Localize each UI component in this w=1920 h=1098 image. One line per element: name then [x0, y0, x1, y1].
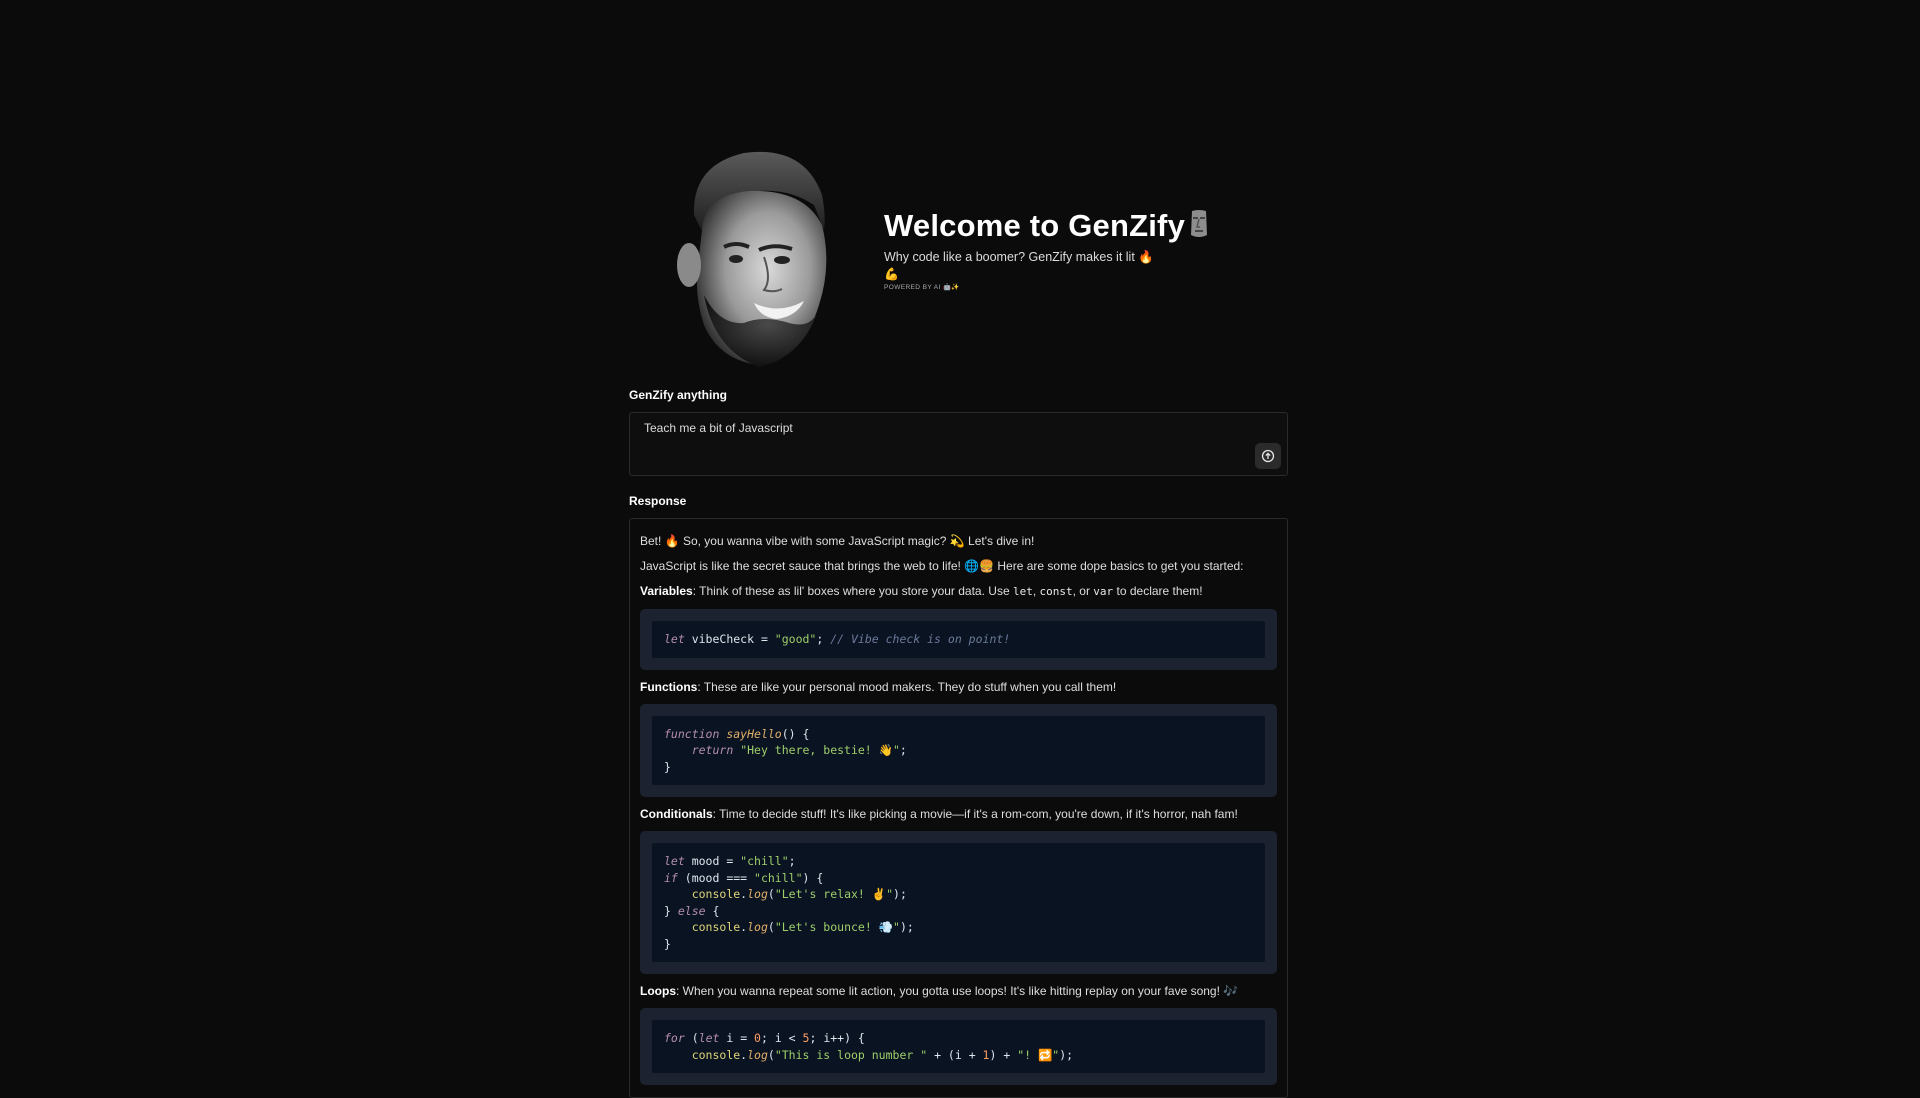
tagline: Why code like a boomer? GenZify makes it…: [884, 250, 1154, 264]
code-function-name: log: [747, 887, 768, 901]
code-text: ;: [788, 854, 796, 868]
code-number: 0: [754, 1031, 761, 1045]
code-text: + (i +: [927, 1047, 983, 1062]
code-text: );: [893, 887, 907, 901]
code-string: "This is loop number ": [774, 1047, 928, 1062]
tagline-emoji: 💪: [884, 267, 899, 281]
functions-paragraph: Functions: These are like your personal …: [640, 679, 1277, 695]
input-label: GenZify anything: [629, 388, 728, 402]
response-intro: Bet! 🔥 So, you wanna vibe with some Java…: [640, 534, 1035, 548]
code-text: (: [767, 920, 775, 934]
code-block-variables: let vibeCheck = "good"; // Vibe check is…: [640, 609, 1277, 670]
code-content[interactable]: let vibeCheck = "good"; // Vibe check is…: [652, 621, 1265, 658]
code-object: console: [691, 887, 741, 901]
code-function-name: log: [747, 920, 768, 934]
code-text: );: [1059, 1047, 1074, 1062]
code-text: vibeCheck =: [684, 632, 775, 646]
conditionals-heading: Conditionals: [640, 807, 713, 821]
code-text: () {: [781, 726, 810, 741]
submit-button[interactable]: [1255, 443, 1281, 469]
code-text: (: [767, 1047, 775, 1062]
code-keyword: let: [664, 854, 685, 868]
inline-code-const: const: [1039, 585, 1073, 598]
title-text: Welcome to GenZify: [884, 208, 1186, 243]
code-text: }: [664, 759, 671, 774]
variables-paragraph: Variables: Think of these as lil' boxes …: [640, 583, 1277, 600]
code-content[interactable]: function sayHello() { return "Hey there,…: [652, 715, 1265, 785]
prompt-input-value[interactable]: Teach me a bit of Javascript: [644, 421, 793, 435]
code-keyword: let: [698, 1031, 720, 1045]
code-string: "good": [774, 632, 817, 646]
variables-text-end: to declare them!: [1113, 584, 1203, 598]
variables-heading: Variables: [640, 584, 693, 598]
code-keyword: else: [677, 903, 706, 918]
code-comment: // Vibe check is on point!: [830, 632, 1011, 646]
arrow-up-circle-icon: [1261, 449, 1275, 463]
code-keyword: for: [664, 1031, 685, 1045]
functions-text: : These are like your personal mood make…: [697, 679, 1117, 694]
code-text: ;: [899, 743, 907, 757]
code-keyword: let: [664, 632, 685, 646]
response-label: Response: [629, 494, 687, 508]
code-content[interactable]: for (let i = 0; i < 5; i++) { console.lo…: [652, 1020, 1265, 1073]
code-keyword: return: [691, 743, 734, 757]
loops-heading: Loops: [640, 984, 676, 998]
response-panel: Bet! 🔥 So, you wanna vibe with some Java…: [629, 518, 1288, 1098]
conditionals-text: : Time to decide stuff! It's like pickin…: [712, 807, 1238, 821]
code-text: ;: [816, 632, 831, 646]
code-text: ) +: [989, 1047, 1018, 1062]
code-string: "chill": [740, 854, 789, 868]
moai-icon: [1191, 210, 1208, 237]
code-text: i =: [719, 1031, 755, 1045]
code-text: }: [664, 903, 678, 918]
code-string: "! 🔁": [1017, 1047, 1060, 1062]
code-function-name: sayHello: [726, 726, 782, 741]
code-text: {: [705, 903, 720, 918]
functions-heading: Functions: [640, 679, 698, 694]
variables-text: : Think of these as lil' boxes where you…: [692, 584, 1013, 598]
variables-sep: ,: [1032, 584, 1040, 598]
code-string: "Let's bounce! 💨": [774, 920, 900, 934]
variables-sep: , or: [1072, 584, 1094, 598]
conditionals-paragraph: Conditionals: Time to decide stuff! It's…: [640, 806, 1277, 822]
code-block-loops: for (let i = 0; i < 5; i++) { console.lo…: [640, 1008, 1277, 1085]
code-text: (mood ===: [677, 870, 755, 885]
hero-section: Welcome to GenZify Why code like a boome…: [629, 140, 1289, 380]
page-title: Welcome to GenZify: [884, 208, 1304, 244]
inline-code-var: var: [1093, 585, 1114, 598]
loops-paragraph: Loops: When you wanna repeat some lit ac…: [640, 983, 1277, 999]
code-function-name: log: [747, 1047, 768, 1062]
code-string: "Hey there, bestie! 👋": [740, 743, 900, 757]
code-text: (: [767, 887, 775, 901]
code-keyword: function: [664, 726, 720, 741]
prompt-input[interactable]: Teach me a bit of Javascript: [629, 412, 1288, 476]
code-object: console: [691, 1047, 741, 1062]
genzify-page: Welcome to GenZify Why code like a boome…: [0, 0, 1920, 1098]
inline-code-let: let: [1012, 585, 1033, 598]
code-text: );: [899, 920, 914, 934]
code-keyword: if: [664, 870, 678, 885]
code-text: mood =: [684, 854, 741, 868]
code-block-conditionals: let mood = "chill"; if (mood === "chill"…: [640, 831, 1277, 974]
response-intro-2: JavaScript is like the secret sauce that…: [640, 559, 1244, 573]
chad-face-image: [677, 151, 827, 367]
code-text: ) {: [802, 870, 824, 885]
powered-by: POWERED BY AI 🤖✨: [884, 284, 960, 291]
code-block-functions: function sayHello() { return "Hey there,…: [640, 703, 1277, 797]
hero-text: Welcome to GenZify Why code like a boome…: [884, 208, 1304, 291]
code-content[interactable]: let mood = "chill"; if (mood === "chill"…: [652, 843, 1265, 962]
code-text: ; i <: [760, 1031, 803, 1045]
code-text: (: [684, 1031, 699, 1045]
code-object: console: [691, 920, 741, 934]
code-text: ; i++) {: [809, 1031, 865, 1045]
loops-text: : When you wanna repeat some lit action,…: [676, 984, 1239, 998]
code-text: }: [664, 936, 671, 951]
code-string: "chill": [754, 870, 803, 885]
code-string: "Let's relax! ✌️": [774, 887, 894, 901]
